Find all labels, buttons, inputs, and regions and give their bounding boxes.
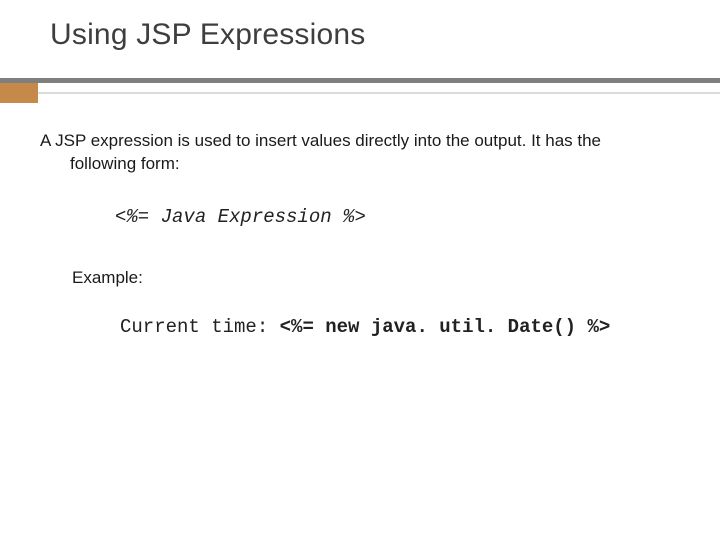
- divider-line: [38, 83, 720, 103]
- divider-accent: [0, 83, 38, 103]
- slide-title: Using JSP Expressions: [50, 18, 365, 52]
- example-prefix: Current time:: [120, 316, 280, 338]
- intro-text: A JSP expression is used to insert value…: [40, 130, 680, 176]
- intro-line-2: following form:: [40, 153, 680, 176]
- divider-row: [0, 83, 720, 103]
- example-code: Current time: <%= new java. util. Date()…: [120, 316, 680, 338]
- example-bold: <%= new java. util. Date() %>: [280, 316, 611, 338]
- example-label: Example:: [72, 268, 680, 288]
- slide-body: A JSP expression is used to insert value…: [40, 130, 680, 338]
- intro-line-1: A JSP expression is used to insert value…: [40, 131, 601, 150]
- divider: [0, 78, 720, 103]
- syntax-code: <%= Java Expression %>: [115, 206, 680, 228]
- slide: Using JSP Expressions A JSP expression i…: [0, 0, 720, 540]
